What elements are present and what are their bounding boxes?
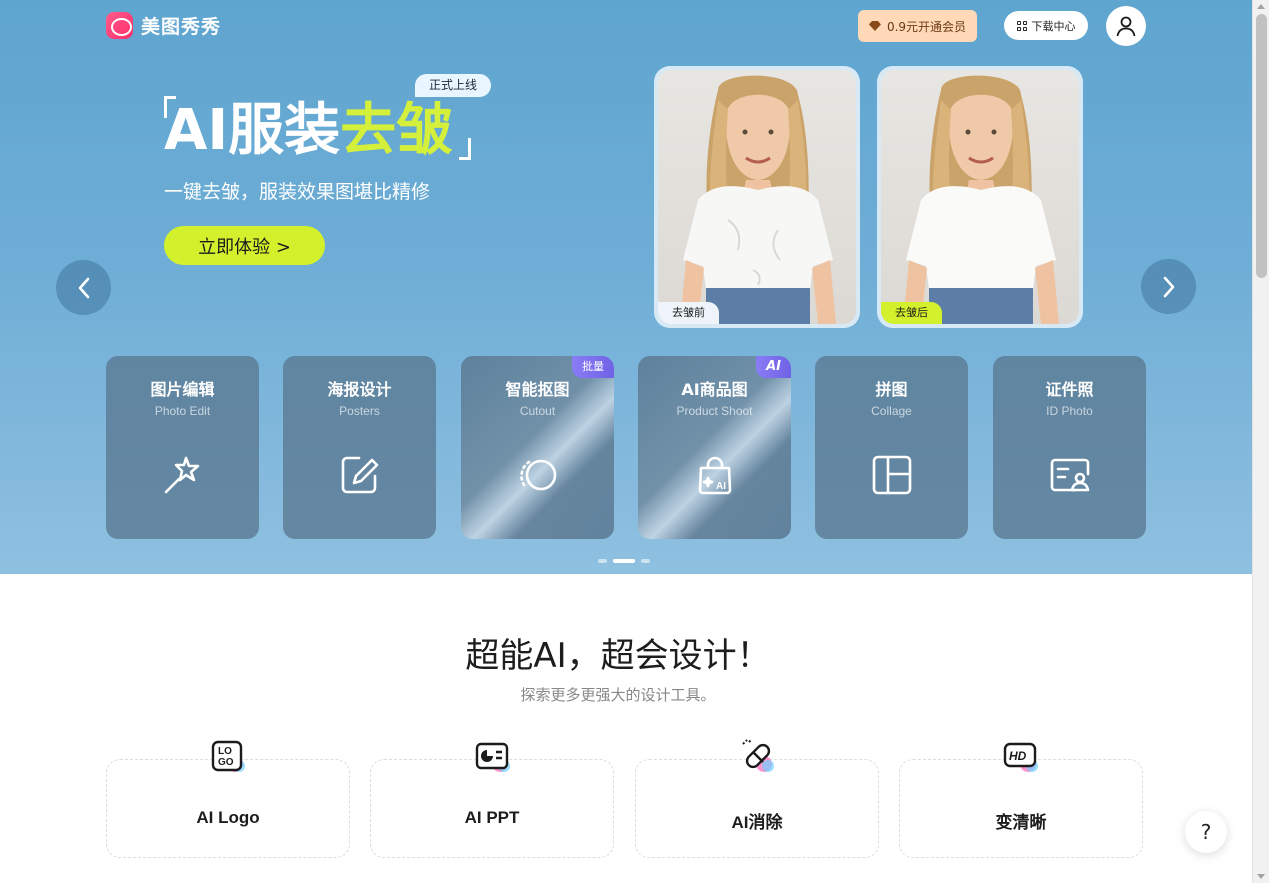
logo-text: 美图秀秀 [141, 16, 222, 38]
hero-banner: 美图秀秀 0.9元开通会员 下载中心 正式上线 AI服装去皱 一键去皱，服装效果… [0, 0, 1252, 574]
tool-name: AI PPT [464, 808, 520, 827]
section-title: 超能AI，超会设计！ [465, 636, 771, 676]
feature-card-product-shoot[interactable]: AI AI商品图 Product Shoot AI [638, 356, 791, 539]
carousel-dot[interactable] [598, 559, 607, 563]
logo-icon: LO GO [211, 740, 245, 772]
hero-subtitle: 一键去皱，服装效果图堪比精修 [164, 181, 431, 203]
tool-name: AI消除 [731, 813, 783, 832]
feature-title: 智能抠图 [505, 380, 570, 399]
feature-subtitle: Product Shoot [676, 404, 753, 418]
help-button[interactable]: ? [1185, 811, 1227, 853]
feature-card-collage[interactable]: 拼图 Collage [815, 356, 968, 539]
download-center-button[interactable]: 下载中心 [1004, 11, 1088, 40]
site-logo[interactable]: 美图秀秀 [106, 12, 221, 39]
user-avatar-button[interactable] [1106, 6, 1146, 46]
feature-card-cutout[interactable]: 批量 智能抠图 Cutout [461, 356, 614, 539]
chevron-right-icon [1163, 276, 1174, 297]
vip-label: 0.9元开通会员 [886, 19, 967, 34]
svg-text:LO: LO [218, 746, 232, 757]
feature-title: 图片编辑 [150, 380, 215, 399]
feature-subtitle: Posters [339, 404, 380, 418]
try-now-button[interactable]: 立即体验 > [164, 226, 325, 265]
tool-name: AI Logo [196, 808, 260, 827]
download-label: 下载中心 [1031, 19, 1076, 33]
scrollbar-thumb[interactable] [1256, 14, 1267, 278]
feature-card-id-photo[interactable]: 证件照 ID Photo [993, 356, 1146, 539]
feature-title: 证件照 [1045, 380, 1094, 399]
carousel-next-button[interactable] [1141, 259, 1196, 314]
hero-title: AI服装去皱 [164, 98, 452, 164]
scroll-down-icon[interactable] [1257, 874, 1265, 879]
batch-badge: 批量 [572, 356, 614, 378]
before-label: 去皱前 [658, 302, 719, 324]
before-photo-card: 去皱前 [654, 66, 860, 328]
feature-title: AI商品图 [681, 380, 748, 399]
feature-card-photo-edit[interactable]: 图片编辑 Photo Edit [106, 356, 259, 539]
feature-subtitle: Cutout [519, 404, 556, 418]
ai-badge: AI [756, 356, 791, 378]
carousel-dot-active[interactable] [613, 559, 635, 563]
carousel-prev-button[interactable] [56, 260, 111, 315]
cutout-circle-icon [520, 459, 557, 491]
before-photo: 去皱前 [658, 70, 856, 324]
tool-name: 变清晰 [995, 813, 1047, 832]
section-subtitle: 探索更多更强大的设计工具。 [520, 686, 716, 704]
diamond-icon [868, 21, 881, 31]
hd-icon: HD [1003, 742, 1038, 772]
svg-text:AI: AI [716, 481, 726, 492]
shopping-bag-ai-icon: AI [698, 456, 732, 495]
page-scrollbar[interactable] [1252, 0, 1269, 883]
grid-icon [1016, 20, 1027, 31]
carousel-indicator [598, 559, 650, 563]
after-label: 去皱后 [881, 302, 942, 324]
svg-text:HD: HD [1009, 749, 1027, 763]
feature-title: 拼图 [875, 380, 908, 399]
feature-subtitle: ID Photo [1046, 404, 1093, 418]
svg-text:GO: GO [218, 757, 234, 768]
collage-layout-icon [872, 455, 912, 495]
magic-wand-icon [164, 456, 200, 494]
model-photo-before [680, 75, 836, 324]
after-photo: 去皱后 [881, 70, 1079, 324]
chevron-left-icon [78, 277, 89, 298]
meitu-logo-icon [106, 12, 133, 39]
launch-tag: 正式上线 [415, 74, 492, 97]
bracket-right-decoration [459, 138, 471, 160]
user-icon [1116, 16, 1136, 37]
ppt-icon [475, 742, 510, 772]
scroll-up-icon[interactable] [1257, 4, 1265, 9]
eraser-icon [742, 739, 774, 772]
carousel-dot[interactable] [641, 559, 650, 563]
vip-membership-button[interactable]: 0.9元开通会员 [858, 10, 977, 42]
feature-title: 海报设计 [327, 380, 392, 399]
model-photo-after [903, 75, 1059, 324]
feature-subtitle: Photo Edit [154, 404, 211, 418]
hero-title-highlight: 去皱 [340, 98, 453, 163]
feature-card-posters[interactable]: 海报设计 Posters [283, 356, 436, 539]
id-card-icon [1050, 458, 1090, 492]
after-photo-card: 去皱后 [877, 66, 1083, 328]
edit-square-icon [341, 456, 379, 494]
hero-title-main: AI服装 [164, 98, 341, 163]
feature-subtitle: Collage [871, 404, 912, 418]
